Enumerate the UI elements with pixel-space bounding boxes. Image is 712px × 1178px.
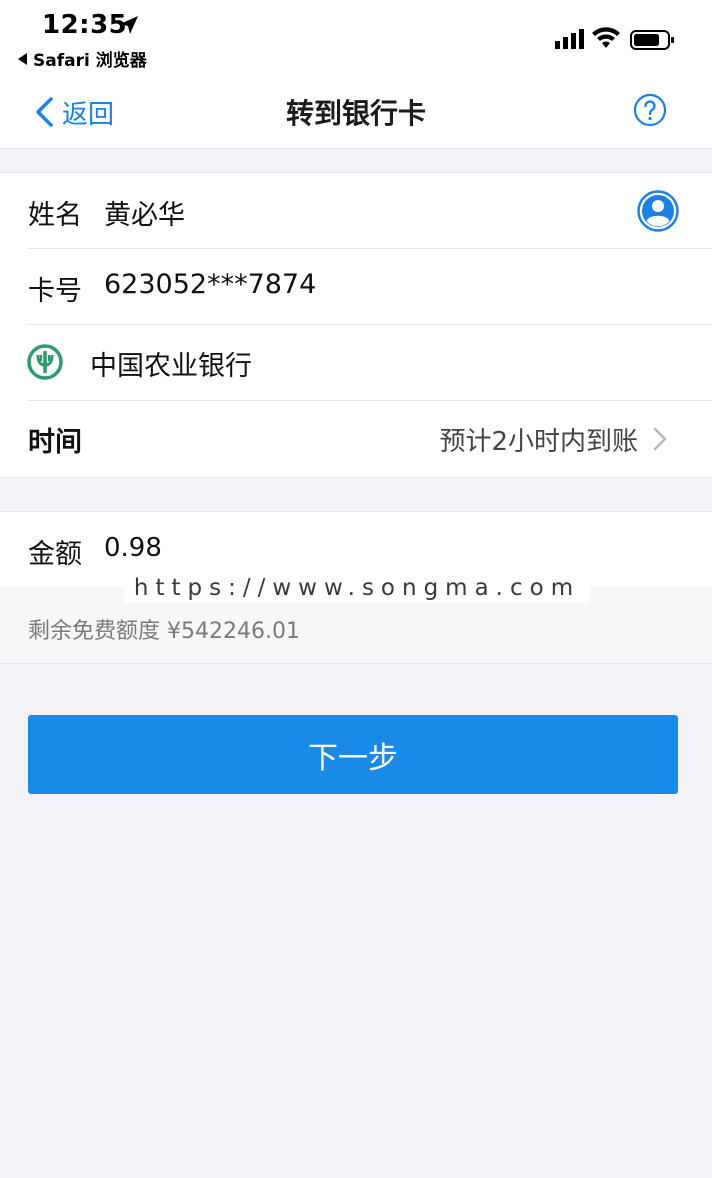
status-time: 12:35 — [42, 10, 128, 40]
nav-bar: 返回 转到银行卡 — [0, 78, 712, 149]
arrival-time-row[interactable]: 时间 预计2小时内到账 — [0, 401, 712, 477]
name-value: 黄必华 — [104, 200, 185, 231]
watermark: https://www.songma.com — [124, 573, 590, 603]
back-to-app-link[interactable]: Safari 浏览器 — [18, 46, 147, 71]
back-app-label: Safari 浏览器 — [33, 51, 147, 71]
status-bar: 12:35 Safari 浏览器 — [0, 0, 712, 78]
back-triangle-icon — [18, 53, 27, 65]
battery-icon — [630, 30, 674, 50]
next-button[interactable]: 下一步 — [28, 715, 678, 794]
page-title: 转到银行卡 — [285, 97, 426, 130]
wifi-icon — [592, 27, 620, 48]
bank-row: 中国农业银行 — [0, 325, 712, 401]
card-number-value: 623052***7874 — [104, 269, 317, 300]
bank-name: 中国农业银行 — [90, 351, 252, 382]
contact-icon[interactable] — [637, 190, 679, 232]
card-number-row: 卡号 623052***7874 — [0, 249, 712, 325]
name-label: 姓名 — [28, 200, 82, 231]
amount-label: 金额 — [28, 539, 82, 570]
amount-input[interactable]: 0.98 — [104, 533, 162, 563]
time-label: 时间 — [28, 427, 82, 458]
recipient-card: 姓名 黄必华 卡号 623052***7874 中国农业银行 时间 预计2小时内… — [0, 172, 712, 478]
chevron-right-icon — [653, 427, 667, 451]
location-arrow-icon — [120, 16, 138, 34]
cellular-signal-icon — [555, 29, 584, 49]
help-icon[interactable] — [633, 93, 667, 127]
abc-bank-logo-icon — [27, 344, 63, 380]
time-value: 预计2小时内到账 — [439, 427, 638, 457]
card-number-label: 卡号 — [28, 276, 82, 307]
name-row: 姓名 黄必华 — [0, 173, 712, 249]
free-quota-text: 剩余免费额度 ¥542246.01 — [28, 619, 300, 644]
